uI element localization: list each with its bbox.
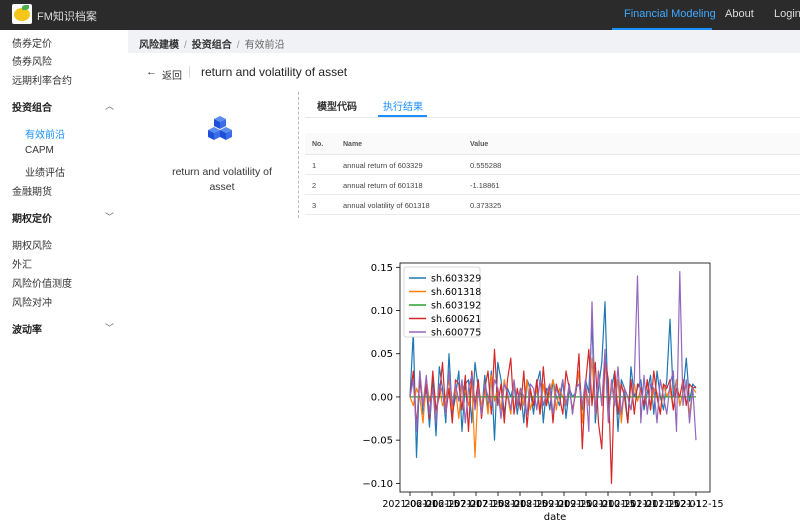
y-tick-label: 0.15 bbox=[371, 263, 393, 274]
legend-label: sh.600775 bbox=[431, 328, 481, 339]
tabs-divider bbox=[305, 117, 800, 118]
sidebar-item-bond-risk[interactable]: 债券风险 bbox=[12, 53, 52, 68]
chevron-down-icon[interactable]: ﹀ bbox=[105, 321, 114, 334]
cell-name: annual return of 603329 bbox=[343, 161, 423, 170]
sidebar-group-portfolio[interactable]: 投资组合 bbox=[12, 99, 52, 114]
returns-line-chart: −0.10−0.050.000.050.100.152021-06-012021… bbox=[362, 262, 724, 523]
y-tick-label: 0.10 bbox=[371, 306, 393, 317]
y-tick-label: −0.10 bbox=[362, 479, 393, 490]
nav-financial-modeling[interactable]: Financial Modeling bbox=[624, 8, 716, 20]
tab-model-code[interactable]: 模型代码 bbox=[317, 98, 357, 113]
cell-value: -1.18861 bbox=[470, 181, 500, 190]
sidebar-group-volatility[interactable]: 波动率 bbox=[12, 321, 42, 336]
dashed-divider bbox=[298, 92, 299, 218]
x-tick-label: 2021-12-15 bbox=[668, 499, 723, 510]
sidebar-item-option-risk[interactable]: 期权风险 bbox=[12, 237, 52, 252]
breadcrumb-current: 有效前沿 bbox=[244, 40, 285, 51]
chevron-up-icon[interactable]: ︿ bbox=[105, 99, 114, 112]
tab-results[interactable]: 执行结果 bbox=[383, 98, 423, 113]
legend-label: sh.603192 bbox=[431, 301, 481, 312]
sidebar-item-efficient-frontier[interactable]: 有效前沿 bbox=[25, 126, 65, 141]
y-tick-label: 0.00 bbox=[371, 392, 393, 403]
legend-label: sh.603329 bbox=[431, 274, 481, 285]
chevron-down-icon[interactable]: ﹀ bbox=[105, 210, 114, 223]
title-divider bbox=[189, 66, 190, 78]
sidebar-item-hedging[interactable]: 风险对冲 bbox=[12, 294, 52, 309]
cell-name: annual volatility of 601318 bbox=[343, 201, 430, 210]
y-tick-label: −0.05 bbox=[362, 436, 393, 447]
sidebar-item-futures[interactable]: 金融期货 bbox=[12, 183, 52, 198]
sidebar-item-fra[interactable]: 远期利率合约 bbox=[12, 72, 72, 87]
column-header-no: No. bbox=[312, 141, 324, 148]
nav-login[interactable]: Login bbox=[774, 8, 800, 20]
cell-value: 0.373325 bbox=[470, 201, 502, 210]
sidebar-item-var[interactable]: 风险价值测度 bbox=[12, 275, 72, 290]
sidebar-item-capm[interactable]: CAPM bbox=[25, 145, 54, 156]
table-header bbox=[305, 133, 800, 155]
nav-active-indicator bbox=[612, 28, 712, 30]
sidebar-item-bond-pricing[interactable]: 债券定价 bbox=[12, 35, 52, 50]
cell-no: 3 bbox=[312, 201, 317, 210]
cell-name: annual return of 601318 bbox=[343, 181, 423, 190]
column-header-value: Value bbox=[470, 141, 489, 148]
cell-no: 1 bbox=[312, 161, 317, 170]
arrow-left-icon[interactable]: ← bbox=[146, 66, 157, 78]
cubes-icon bbox=[208, 116, 232, 140]
breadcrumb-item[interactable]: 投资组合 bbox=[192, 40, 232, 51]
lemon-logo-icon bbox=[12, 4, 32, 24]
sidebar-item-performance[interactable]: 业绩评估 bbox=[25, 164, 65, 179]
cell-no: 2 bbox=[312, 181, 317, 190]
model-name: return and volatility of asset bbox=[172, 166, 272, 193]
back-button[interactable]: 返回 bbox=[162, 67, 182, 82]
breadcrumb: 风险建模 / 投资组合 / 有效前沿 bbox=[139, 40, 285, 51]
legend-label: sh.601318 bbox=[431, 287, 481, 298]
top-navbar: FM知识档案 Financial Modeling About Login bbox=[0, 0, 800, 30]
cell-value: 0.555288 bbox=[470, 161, 502, 170]
page-title: return and volatility of asset bbox=[201, 65, 348, 79]
legend-label: sh.600621 bbox=[431, 314, 481, 325]
nav-about[interactable]: About bbox=[725, 8, 754, 20]
brand-title[interactable]: FM知识档案 bbox=[37, 8, 97, 24]
column-header-name: Name bbox=[343, 141, 363, 148]
sidebar-item-fx[interactable]: 外汇 bbox=[12, 256, 32, 271]
x-axis-label: date bbox=[544, 512, 567, 523]
y-tick-label: 0.05 bbox=[371, 349, 393, 360]
sidebar-group-options[interactable]: 期权定价 bbox=[12, 210, 52, 225]
breadcrumb-item[interactable]: 风险建模 bbox=[139, 40, 179, 51]
